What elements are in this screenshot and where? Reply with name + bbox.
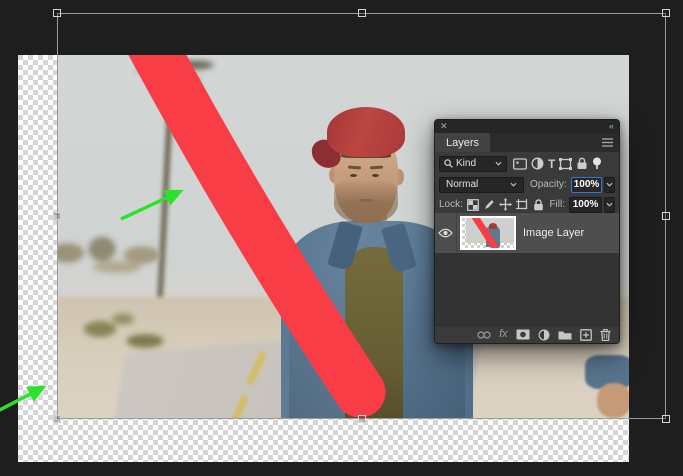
chevron-down-icon [495,161,502,166]
panel-tab-row: Layers [435,133,619,152]
link-layers-icon[interactable] [477,331,491,339]
filter-smart-object-icon[interactable] [576,157,588,170]
opacity-label: Opacity: [530,179,567,190]
panel-titlebar[interactable]: ✕ « [435,120,619,133]
layer-list: Image Layer [435,213,619,326]
tab-layers[interactable]: Layers [435,133,490,152]
layer-row-image-layer[interactable]: Image Layer [435,213,619,253]
lock-pixels-brush-icon[interactable] [483,199,495,211]
layer-thumbnail[interactable] [460,216,516,250]
blend-mode-value: Normal [446,179,478,190]
layer-style-fx-button[interactable]: fx [499,329,508,340]
transform-handle-bottom-middle[interactable] [358,415,366,423]
layer-visibility-toggle[interactable] [435,213,457,253]
new-layer-icon[interactable] [580,329,592,341]
transform-handle-top-middle[interactable] [358,9,366,17]
transform-handle-top-left[interactable] [53,9,61,17]
transform-handle-middle-right[interactable] [662,212,670,220]
panel-bottom-bar: fx [435,325,619,343]
close-icon[interactable]: ✕ [440,122,448,131]
filter-pixel-layers-icon[interactable] [513,158,527,170]
lock-all-padlock-icon[interactable] [533,199,544,211]
blend-mode-dropdown[interactable]: Normal [439,177,524,193]
filter-kind-label: Kind [456,158,476,169]
eye-icon [438,228,453,238]
layer-filter-row: Kind T [435,155,619,172]
collapse-icon[interactable]: « [609,122,614,131]
fill-label: Fill: [549,199,565,210]
lock-transparency-icon[interactable] [467,199,479,211]
filter-shape-layers-icon[interactable] [559,158,572,170]
filter-toggle-icon[interactable] [592,157,602,170]
chevron-down-icon [606,202,613,207]
lock-artboard-icon[interactable] [516,199,529,211]
lock-label: Lock: [439,199,463,210]
fill-value: 100% [573,199,599,210]
new-adjustment-layer-icon[interactable] [538,329,550,341]
panel-menu-icon[interactable] [602,138,613,147]
photoshop-workspace: { "colors": { "desktop-bg": "#1e1e1e", "… [0,0,683,476]
tab-layers-label: Layers [446,137,479,149]
fill-dropdown-button[interactable] [604,197,615,213]
transform-handle-bottom-right[interactable] [662,415,670,423]
lock-icons [467,198,544,211]
lock-position-move-icon[interactable] [499,198,512,211]
opacity-value: 100% [574,179,600,190]
filter-type-layers-icon[interactable]: T [548,158,555,170]
layers-panel: ✕ « Layers Kind T Normal Opa [434,119,620,344]
transform-handle-top-right[interactable] [662,9,670,17]
filter-adjustment-layers-icon[interactable] [531,157,544,170]
lock-fill-row: Lock: Fill: 100% [435,197,619,212]
new-group-folder-icon[interactable] [558,329,572,340]
fill-value-field[interactable]: 100% [569,197,602,213]
opacity-dropdown-button[interactable] [604,177,615,193]
chevron-down-icon [510,182,517,187]
opacity-value-field[interactable]: 100% [571,177,603,193]
thumbnail-cap [489,223,497,229]
blend-opacity-row: Normal Opacity: 100% [435,176,619,193]
filter-type-icons: T [513,157,602,170]
chevron-down-icon [606,182,613,187]
filter-kind-dropdown[interactable]: Kind [439,156,507,172]
delete-layer-trash-icon[interactable] [600,329,611,341]
search-icon [444,159,453,168]
transform-handle-middle-left[interactable] [53,212,61,220]
layer-name[interactable]: Image Layer [523,227,584,239]
transform-handle-bottom-left[interactable] [53,415,61,423]
add-layer-mask-icon[interactable] [516,329,530,340]
